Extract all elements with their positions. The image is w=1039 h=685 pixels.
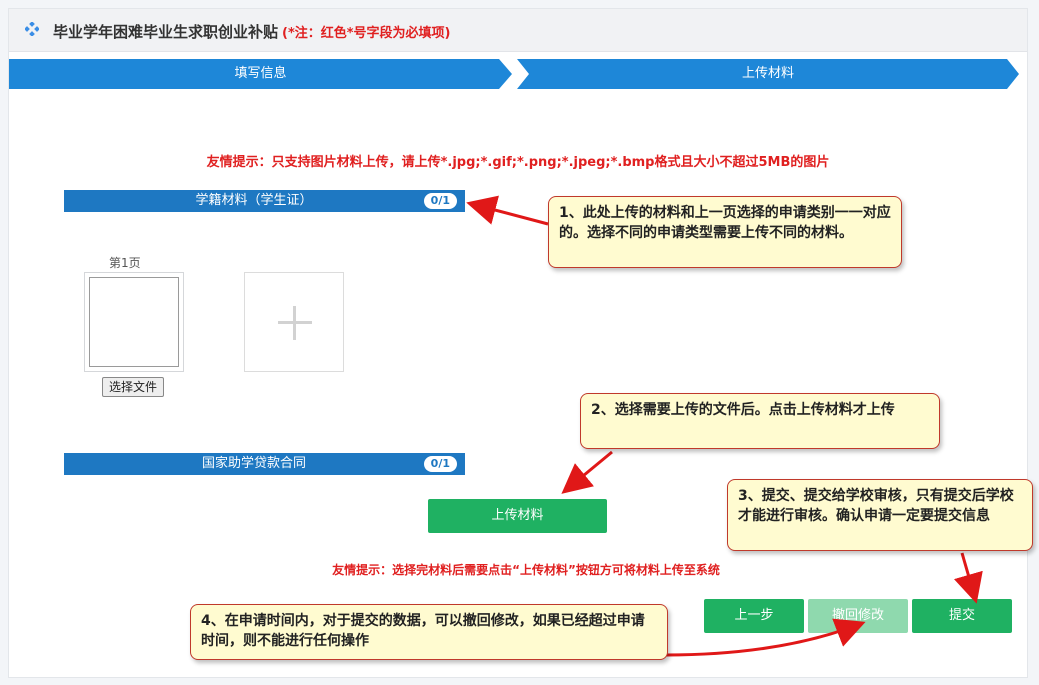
- choose-file-button[interactable]: 选择文件: [102, 377, 164, 397]
- section-title: 学籍材料（学生证）: [195, 193, 313, 208]
- step-progress: 填写信息 上传材料: [9, 59, 1027, 89]
- callout-withdraw-note: 4、在申请时间内，对于提交的数据，可以撤回修改，如果已经超过申请时间，则不能进行…: [190, 604, 668, 660]
- thumbnail-frame: [89, 277, 179, 367]
- callout-submit-note: 3、提交、提交给学校审核，只有提交后学校才能进行审核。确认申请一定要提交信息: [727, 479, 1033, 551]
- upload-thumbnail[interactable]: [84, 272, 184, 372]
- callout-upload-note: 2、选择需要上传的文件后。点击上传材料才上传: [580, 393, 940, 449]
- upload-format-tip: 友情提示：只支持图片材料上传，请上传*.jpg;*.gif;*.png;*.jp…: [206, 155, 830, 170]
- upload-reminder-tip: 友情提示：选择完材料后需要点击“上传材料”按钮方可将材料上传至系统: [332, 563, 720, 577]
- upload-materials-button[interactable]: 上传材料: [428, 499, 607, 533]
- required-note: (*注：红色*号字段为必填项): [282, 26, 451, 41]
- section-title: 国家助学贷款合同: [201, 456, 306, 471]
- previous-step-button[interactable]: 上一步: [704, 599, 804, 633]
- page-title: 毕业学年困难毕业生求职创业补贴 (*注：红色*号字段为必填项): [53, 21, 451, 42]
- section-count-badge: 0/1: [423, 456, 457, 472]
- diamond-icon: [25, 22, 39, 36]
- callout-materials-note: 1、此处上传的材料和上一页选择的申请类别一一对应的。选择不同的申请类型需要上传不…: [548, 196, 902, 268]
- page-header: 毕业学年困难毕业生求职创业补贴 (*注：红色*号字段为必填项): [9, 9, 1027, 52]
- section-loan-contract: 国家助学贷款合同 0/1: [64, 453, 465, 475]
- page-title-text: 毕业学年困难毕业生求职创业补贴: [53, 23, 279, 41]
- section-count-badge: 0/1: [423, 193, 457, 209]
- add-page-button[interactable]: [244, 272, 344, 372]
- withdraw-edit-button[interactable]: 撤回修改: [808, 599, 908, 633]
- page-number-label: 第1页: [109, 256, 141, 270]
- step-fill-info[interactable]: 填写信息: [9, 59, 512, 89]
- plus-icon-vertical: [293, 306, 296, 340]
- main-panel: 毕业学年困难毕业生求职创业补贴 (*注：红色*号字段为必填项) 填写信息 上传材料…: [8, 8, 1028, 678]
- submit-button[interactable]: 提交: [912, 599, 1012, 633]
- step-upload-materials[interactable]: 上传材料: [517, 59, 1019, 89]
- section-student-id: 学籍材料（学生证） 0/1: [64, 190, 465, 212]
